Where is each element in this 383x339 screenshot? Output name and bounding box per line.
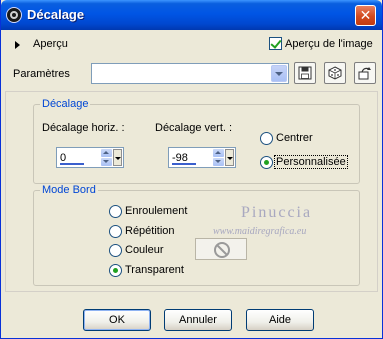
radio-couleur-label: Couleur: [125, 244, 164, 256]
horiz-offset-dropdown[interactable]: [113, 149, 122, 166]
radio-transparent-label: Transparent: [125, 264, 184, 276]
vert-offset-dropdown[interactable]: [225, 149, 234, 166]
preview-label: Aperçu: [33, 38, 68, 50]
reset-icon: [358, 67, 371, 80]
vert-offset-spinner[interactable]: [213, 149, 224, 166]
value-slider-bar: [60, 163, 84, 165]
spin-down-icon[interactable]: [213, 158, 224, 166]
dice-icon: [328, 66, 342, 80]
cancel-button[interactable]: Annuler: [164, 309, 232, 331]
vert-offset-field[interactable]: -98: [168, 147, 236, 168]
offset-group: Décalage Décalage horiz. : 0 Décalage ve…: [33, 98, 360, 184]
radio-centrer-label: Centrer: [276, 132, 313, 144]
randomize-button[interactable]: [324, 62, 346, 84]
ok-button[interactable]: OK: [83, 309, 151, 331]
title-bar[interactable]: Décalage ✕: [1, 0, 382, 30]
params-label: Paramètres: [13, 68, 70, 80]
close-icon: ✕: [359, 7, 372, 23]
watermark-url: www.maidiregrafica.eu: [213, 226, 307, 237]
color-swatch[interactable]: [195, 238, 247, 260]
reset-button[interactable]: [354, 62, 376, 84]
vert-offset-label: Décalage vert. :: [155, 122, 233, 134]
settings-panel: Décalage Décalage horiz. : 0 Décalage ve…: [5, 91, 378, 292]
radio-enroulement[interactable]: [109, 205, 122, 218]
radio-repetition-label: Répétition: [125, 225, 175, 237]
radio-centrer[interactable]: [260, 132, 273, 145]
params-combo[interactable]: [91, 63, 289, 84]
edge-mode-group-title: Mode Bord: [40, 184, 98, 196]
radio-personnalisee-label: Personnalisée: [274, 155, 348, 169]
offset-group-title: Décalage: [40, 98, 91, 110]
help-button[interactable]: Aide: [246, 309, 314, 331]
floppy-icon: [298, 66, 312, 80]
radio-repetition[interactable]: [109, 225, 122, 238]
horiz-offset-spinner[interactable]: [101, 149, 112, 166]
spin-up-icon[interactable]: [213, 149, 224, 157]
app-icon: [6, 7, 22, 23]
close-button[interactable]: ✕: [355, 5, 376, 26]
radio-personnalisee[interactable]: [260, 156, 273, 169]
watermark-name: Pinuccia: [241, 204, 313, 221]
radio-couleur[interactable]: [109, 244, 122, 257]
chevron-down-icon[interactable]: [271, 65, 287, 82]
horiz-offset-label: Décalage horiz. :: [42, 122, 125, 134]
dialog-window: Décalage ✕ Aperçu Aperçu de l'image Para…: [0, 0, 383, 339]
spin-up-icon[interactable]: [101, 149, 112, 157]
radio-transparent[interactable]: [109, 264, 122, 277]
image-preview-label: Aperçu de l'image: [285, 38, 373, 50]
save-preset-button[interactable]: [294, 62, 316, 84]
horiz-offset-field[interactable]: 0: [56, 147, 124, 168]
value-slider-bar: [172, 163, 196, 165]
spin-down-icon[interactable]: [101, 158, 112, 166]
window-title: Décalage: [27, 7, 85, 22]
no-color-icon: [214, 242, 230, 258]
image-preview-checkbox[interactable]: [269, 37, 282, 50]
expand-triangle-icon: [15, 41, 20, 49]
radio-enroulement-label: Enroulement: [125, 205, 188, 217]
